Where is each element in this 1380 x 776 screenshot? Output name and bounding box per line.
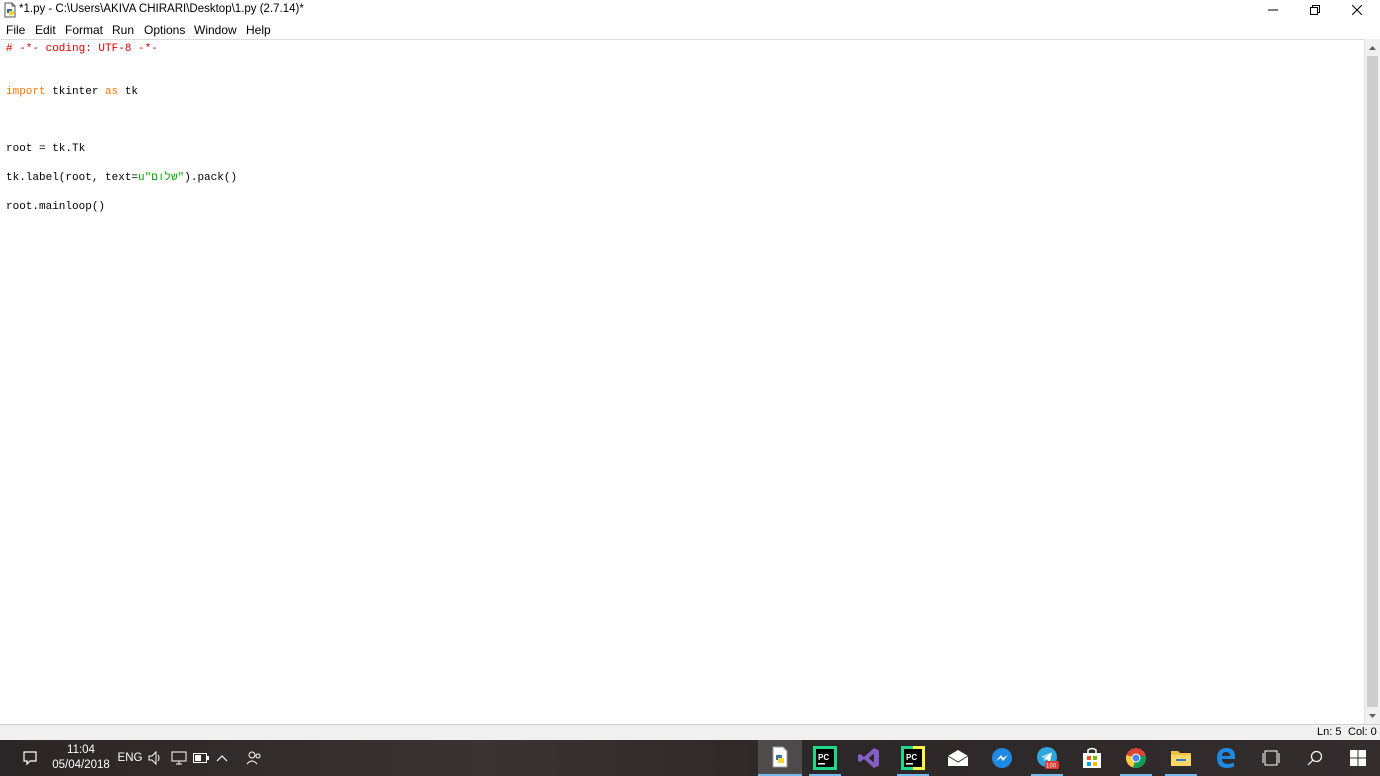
taskbar-app-visual-studio[interactable] [847, 740, 891, 776]
store-icon [1083, 747, 1101, 768]
status-col: Col: 0 [1348, 726, 1377, 738]
taskbar-app-python-idle[interactable] [758, 740, 802, 776]
keyword-token: import [6, 86, 46, 98]
menu-format[interactable]: Format [65, 23, 103, 37]
language-indicator[interactable]: ENG [116, 740, 144, 776]
close-icon [1352, 5, 1362, 15]
task-view-icon [1262, 750, 1280, 766]
scroll-thumb[interactable] [1367, 56, 1378, 707]
menu-bar: File Edit Format Run Options Window Help [0, 21, 1380, 39]
show-hidden-icons-button[interactable] [212, 740, 232, 776]
messenger-icon [992, 748, 1012, 768]
taskbar-clock[interactable]: 11:04 05/04/2018 [46, 743, 116, 773]
taskbar-app-telegram[interactable]: 100 [1025, 740, 1069, 776]
clock-time: 11:04 [67, 744, 95, 756]
svg-text:PC: PC [906, 753, 917, 762]
clock-date: 05/04/2018 [52, 759, 110, 771]
taskbar-app-pycharm-edu[interactable]: PC [891, 740, 935, 776]
scroll-down-button[interactable] [1365, 708, 1380, 723]
python-idle-icon [772, 746, 788, 768]
status-bar: Ln: 5 Col: 0 [0, 724, 1380, 740]
volume-button[interactable] [146, 740, 166, 776]
visual-studio-icon [858, 748, 879, 768]
scroll-up-button[interactable] [1365, 40, 1380, 55]
plain-token: ).pack() [184, 172, 238, 184]
restore-button[interactable] [1292, 0, 1338, 20]
menu-help[interactable]: Help [246, 23, 271, 37]
keyword-token: as [105, 86, 119, 98]
window-title: *1.py - C:\Users\AKIVA CHIRARI\Desktop\1… [19, 3, 304, 15]
search-button[interactable] [1293, 740, 1337, 776]
code-line-3: import tkinter as tk [6, 85, 138, 99]
taskbar-app-edge[interactable] [1204, 740, 1248, 776]
arrow-up-icon [1369, 45, 1376, 50]
code-line-1: # -*- coding: UTF-8 -*- [6, 42, 158, 56]
pycharm-edu-icon: PC [901, 746, 925, 770]
chrome-icon [1126, 748, 1146, 768]
taskbar-app-messenger[interactable] [980, 740, 1024, 776]
start-button[interactable] [1336, 740, 1380, 776]
task-view-button[interactable] [1249, 740, 1293, 776]
plain-token: tk [118, 86, 139, 98]
plain-token: tkinter [45, 86, 106, 98]
plain-token: root.mainloop() [6, 201, 106, 213]
svg-text:PC: PC [818, 753, 829, 762]
taskbar-app-pycharm[interactable]: PC [803, 740, 847, 776]
people-icon [246, 751, 261, 765]
status-line: Ln: 5 [1317, 726, 1342, 738]
network-button[interactable] [169, 740, 189, 776]
code-line-11: root.mainloop() [6, 200, 105, 214]
code-editor[interactable]: # -*- coding: UTF-8 -*- import tkinter a… [0, 39, 1364, 724]
telegram-badge: 100 [1046, 764, 1057, 770]
minimize-button[interactable] [1250, 0, 1296, 20]
plain-token: tk.label(root, text= [6, 172, 139, 184]
vertical-scrollbar[interactable] [1364, 39, 1380, 724]
battery-button[interactable] [191, 740, 211, 776]
notification-icon [23, 751, 37, 766]
pycharm-icon: PC [813, 746, 837, 770]
menu-edit[interactable]: Edit [35, 23, 56, 37]
search-icon [1307, 750, 1323, 766]
show-hidden-icons-chevron-icon [216, 755, 228, 762]
menu-run[interactable]: Run [112, 23, 134, 37]
people-button[interactable] [243, 740, 265, 776]
close-button[interactable] [1334, 0, 1380, 20]
taskbar-app-mail[interactable] [936, 740, 980, 776]
language-label: ENG [117, 752, 143, 764]
start-icon [1350, 750, 1366, 766]
network-icon [171, 751, 187, 765]
taskbar: 11:04 05/04/2018 ENG PC PC 100 [0, 740, 1380, 776]
edge-icon [1217, 748, 1235, 768]
menu-window[interactable]: Window [194, 23, 237, 37]
arrow-down-icon [1369, 713, 1376, 718]
comment-token: # -*- coding: UTF-8 -*- [6, 43, 158, 55]
code-line-9: tk.label(root, text=u"שלום").pack() [6, 171, 237, 185]
menu-file[interactable]: File [6, 23, 25, 37]
file-explorer-icon [1171, 751, 1191, 766]
taskbar-app-chrome[interactable] [1114, 740, 1158, 776]
menu-options[interactable]: Options [144, 23, 185, 37]
restore-icon [1310, 5, 1320, 15]
mail-icon [947, 750, 969, 766]
string-token: u"שלום" [138, 172, 185, 184]
title-bar[interactable]: *1.py - C:\Users\AKIVA CHIRARI\Desktop\1… [0, 0, 1380, 20]
minimize-icon [1268, 9, 1278, 11]
telegram-icon: 100 [1037, 747, 1059, 770]
code-line-7: root = tk.Tk [6, 142, 85, 156]
python-idle-file-icon[interactable] [2, 2, 18, 18]
plain-token: root = tk.Tk [6, 143, 86, 155]
taskbar-app-store[interactable] [1070, 740, 1114, 776]
volume-icon [148, 751, 160, 765]
battery-icon [193, 753, 209, 763]
action-center-button[interactable] [18, 740, 42, 776]
taskbar-app-file-explorer[interactable] [1159, 740, 1203, 776]
